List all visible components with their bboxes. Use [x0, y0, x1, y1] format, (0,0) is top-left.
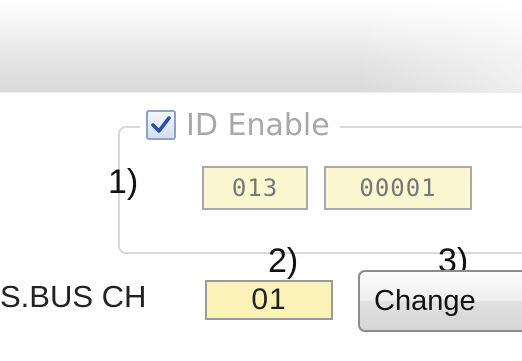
annotation-1: 1)	[108, 163, 139, 201]
sbus-channel-field[interactable]: 01	[205, 280, 333, 320]
header-divider	[0, 92, 522, 93]
settings-panel: ID Enable 1) 013 00001 2) 3) S.BUS CH 01…	[0, 0, 522, 361]
id-enable-label: ID Enable	[186, 107, 330, 143]
change-button[interactable]: Change	[358, 270, 522, 332]
header-fade	[360, 0, 522, 92]
id-field-2[interactable]: 00001	[324, 166, 472, 210]
id-enable-checkbox[interactable]	[146, 110, 176, 140]
annotation-2: 2)	[268, 242, 299, 280]
checkmark-icon	[151, 116, 171, 133]
id-field-1[interactable]: 013	[202, 166, 308, 210]
id-enable-legend[interactable]: ID Enable	[140, 103, 340, 147]
sbus-ch-label: S.BUS CH	[0, 279, 147, 314]
